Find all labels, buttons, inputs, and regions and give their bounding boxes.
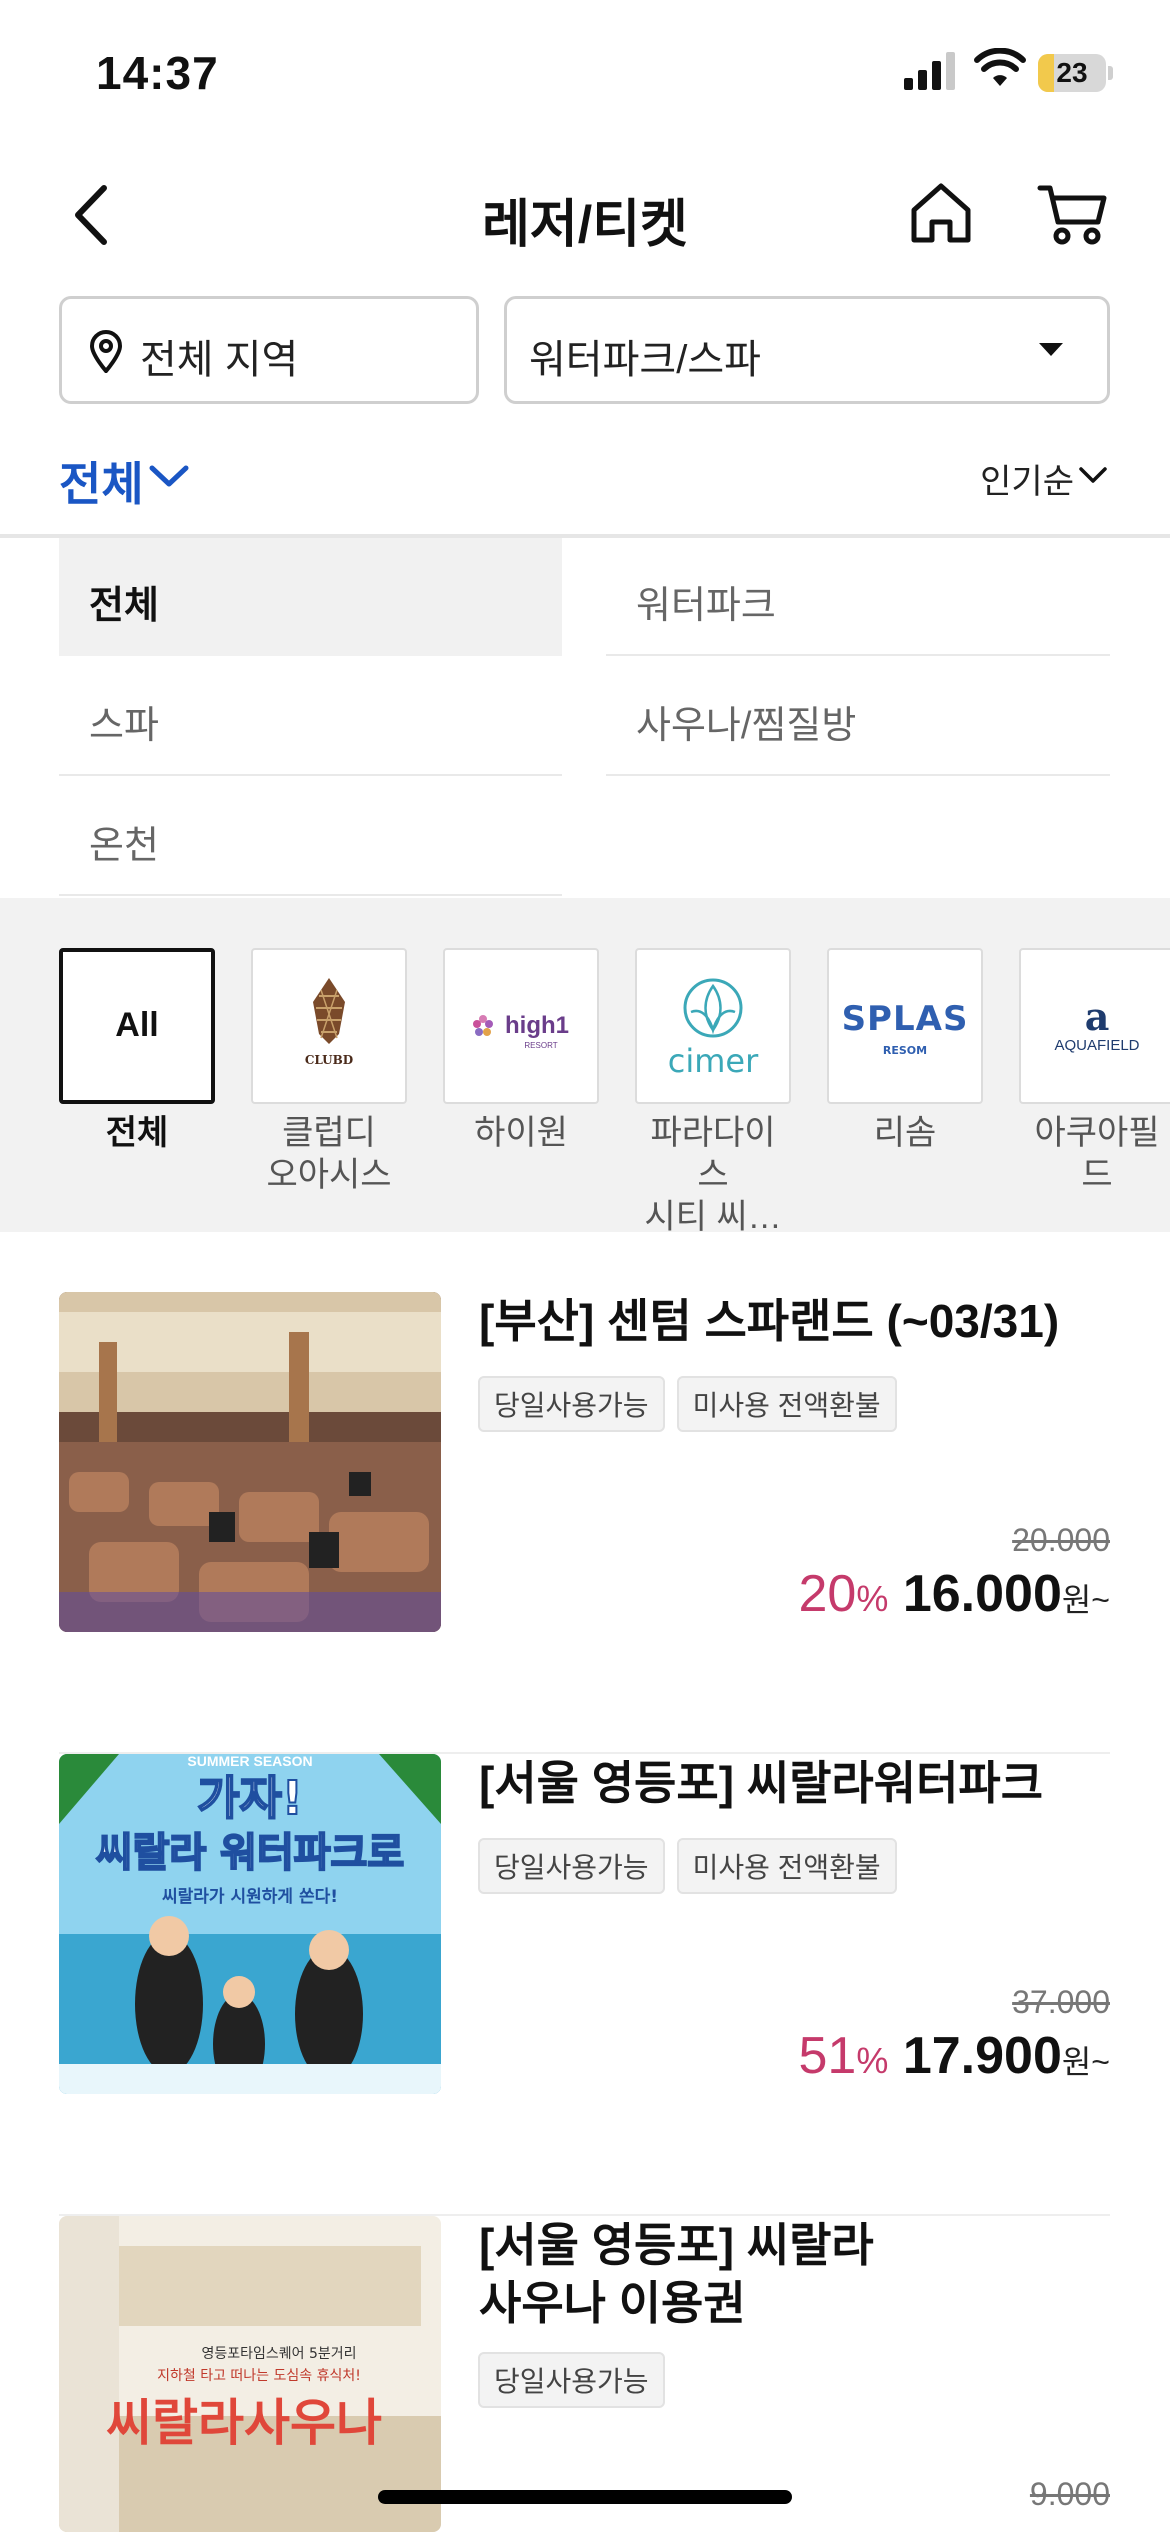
svg-text:high1: high1 [505, 1012, 569, 1039]
svg-text:RESOM: RESOM [883, 1044, 927, 1057]
sale-price: 17.900 [902, 2027, 1062, 2085]
product-card[interactable]: SUMMER SEASON 가자! 씨랄라 워터파크로 씨랄라가 시원하게 쏜다… [59, 1754, 1110, 2216]
tag-full-refund: 미사용 전액환불 [676, 1838, 897, 1894]
brand-label: 아쿠아필드 [1034, 1114, 1160, 1194]
svg-text:RESORT: RESORT [524, 1041, 557, 1050]
subcategory-label: 사우나/찜질방 [636, 705, 857, 747]
high1-logo-icon: high1 RESORT [473, 1012, 569, 1050]
sort-chevron-down-icon[interactable] [1078, 464, 1108, 488]
product-card[interactable]: [부산] 센텀 스파랜드 (~03/31) 당일사용가능 미사용 전액환불 20… [59, 1292, 1110, 1754]
battery-icon: 23 [1038, 54, 1113, 92]
image-line-2: 지하철 타고 떠나는 도심속 휴식처! [157, 2368, 361, 2384]
subcategory-all[interactable]: 전체 [59, 538, 562, 656]
original-price: 20.000 [1012, 1522, 1110, 1558]
cart-icon[interactable] [1036, 178, 1110, 248]
svg-text:SPLAS: SPLAS [842, 999, 969, 1039]
brand-clubd[interactable]: CLUBD 클럽디 오아시스 [251, 948, 407, 1196]
subcategory-label: 스파 [89, 705, 159, 747]
clubd-logo-icon: CLUBD [305, 978, 353, 1067]
location-pin-icon [89, 330, 123, 373]
page-title: 레저/티켓 [482, 196, 688, 254]
product-image [59, 1292, 441, 1632]
product-tags: 당일사용가능 미사용 전액환불 [478, 1838, 897, 1894]
sort-dropdown[interactable]: 인기순 [980, 454, 1074, 503]
image-sub-text: 씨랄라가 시원하게 쏜다! [162, 1887, 338, 1907]
product-image: 영등포타임스퀘어 5분거리 지하철 타고 떠나는 도심속 휴식처! 씨랄라사우나 [59, 2216, 441, 2532]
price-line: 20% 16.000원~ [799, 1564, 1111, 1624]
tag-same-day: 당일사용가능 [478, 2352, 665, 2408]
product-card[interactable]: 영등포타임스퀘어 5분거리 지하철 타고 떠나는 도심속 휴식처! 씨랄라사우나… [59, 2216, 1110, 2532]
brand-label: 하이원 [474, 1114, 568, 1152]
original-price: 9.000 [1029, 2476, 1110, 2512]
sale-price: 16.000 [902, 1565, 1062, 1623]
chevron-down-icon[interactable] [148, 462, 190, 492]
tag-full-refund: 미사용 전액환불 [676, 1376, 897, 1432]
category-dropdown[interactable]: 워터파크/스파 [504, 296, 1110, 404]
category-dropdown-label: 워터파크/스파 [529, 338, 761, 382]
subcategory-hotspring[interactable]: 온천 [59, 778, 562, 896]
currency-label: 원~ [1061, 2044, 1110, 2080]
category-toggle[interactable]: 전체 [59, 448, 144, 514]
image-brand-text: 씨랄라사우나 [106, 2394, 382, 2452]
image-headline-2: 씨랄라 워터파크로 [96, 1830, 404, 1876]
svg-text:CLUBD: CLUBD [305, 1053, 353, 1067]
cellular-signal-icon [904, 52, 955, 90]
discount-rate: 51% [798, 2027, 889, 2085]
status-bar: 14:37 23 [0, 0, 1170, 150]
brand-resom[interactable]: SPLAS RESOM 리솜 [827, 948, 983, 1154]
battery-level: 23 [1056, 57, 1088, 88]
svg-text:AQUAFIELD: AQUAFIELD [1054, 1037, 1139, 1054]
brand-paradise-cimer[interactable]: cimer 파라다이스 시티 씨… [635, 948, 791, 1232]
tag-same-day: 당일사용가능 [478, 1376, 665, 1432]
svg-text:cimer: cimer [668, 1042, 759, 1080]
svg-text:a: a [1085, 994, 1110, 1039]
image-headline-1: 가자! [197, 1771, 303, 1825]
currency-label: 원~ [1061, 1582, 1110, 1618]
brand-label: 클럽디 오아시스 [266, 1114, 392, 1194]
status-time: 14:37 [96, 47, 219, 99]
region-filter-label: 전체 지역 [140, 338, 299, 382]
subcategory-spa[interactable]: 스파 [59, 658, 562, 776]
dropdown-caret-icon [1039, 343, 1063, 356]
wifi-icon [974, 48, 1026, 86]
home-indicator[interactable] [378, 2490, 792, 2504]
brand-all-text: All [115, 1006, 159, 1044]
cimer-logo-icon: cimer [668, 978, 759, 1080]
subcategory-label: 워터파크 [636, 585, 776, 627]
aquafield-logo-icon: a AQUAFIELD [1054, 994, 1139, 1054]
product-tags: 당일사용가능 [478, 2352, 665, 2408]
subcategory-grid: 전체 워터파크 스파 사우나/찜질방 온천 [0, 538, 1170, 898]
brand-label: 파라다이스 시티 씨… [644, 1114, 782, 1232]
subcategory-sauna[interactable]: 사우나/찜질방 [606, 658, 1110, 776]
sort-row: 전체 인기순 [0, 440, 1170, 536]
brand-strip: All 전체 CLUBD 클럽디 오아시스 high1 RESORT 하이원 c… [0, 898, 1170, 1232]
home-icon[interactable] [906, 178, 976, 248]
region-filter-button[interactable]: 전체 지역 [59, 296, 479, 404]
brand-label: 전체 [105, 1114, 169, 1152]
subcategory-waterpark[interactable]: 워터파크 [606, 538, 1110, 656]
product-tags: 당일사용가능 미사용 전액환불 [478, 1376, 897, 1432]
product-title[interactable]: [서울 영등포] 씨랄라워터파크 [479, 1754, 1109, 1812]
brand-all[interactable]: All 전체 [59, 948, 215, 1154]
product-title[interactable]: [부산] 센텀 스파랜드 (~03/31) [479, 1292, 1109, 1350]
discount-rate: 20% [798, 1565, 889, 1623]
brand-aquafield[interactable]: a AQUAFIELD 아쿠아필드 [1019, 948, 1170, 1196]
image-line-1: 영등포타임스퀘어 5분거리 [201, 2346, 356, 2362]
subcategory-label: 전체 [89, 585, 159, 627]
price-line: 51% 17.900원~ [799, 2026, 1111, 2086]
image-season-text: SUMMER SEASON [187, 1754, 312, 1769]
brand-high1[interactable]: high1 RESORT 하이원 [443, 948, 599, 1154]
brand-label: 리솜 [873, 1114, 937, 1152]
splas-logo-icon: SPLAS RESOM [842, 999, 969, 1057]
tag-same-day: 당일사용가능 [478, 1838, 665, 1894]
product-image: SUMMER SEASON 가자! 씨랄라 워터파크로 씨랄라가 시원하게 쏜다… [59, 1754, 441, 2094]
product-title[interactable]: [서울 영등포] 씨랄라 사우나 이용권 [479, 2216, 1109, 2332]
subcategory-label: 온천 [89, 825, 159, 867]
original-price: 37.000 [1012, 1984, 1110, 2020]
app-header: 레저/티켓 [0, 160, 1170, 270]
